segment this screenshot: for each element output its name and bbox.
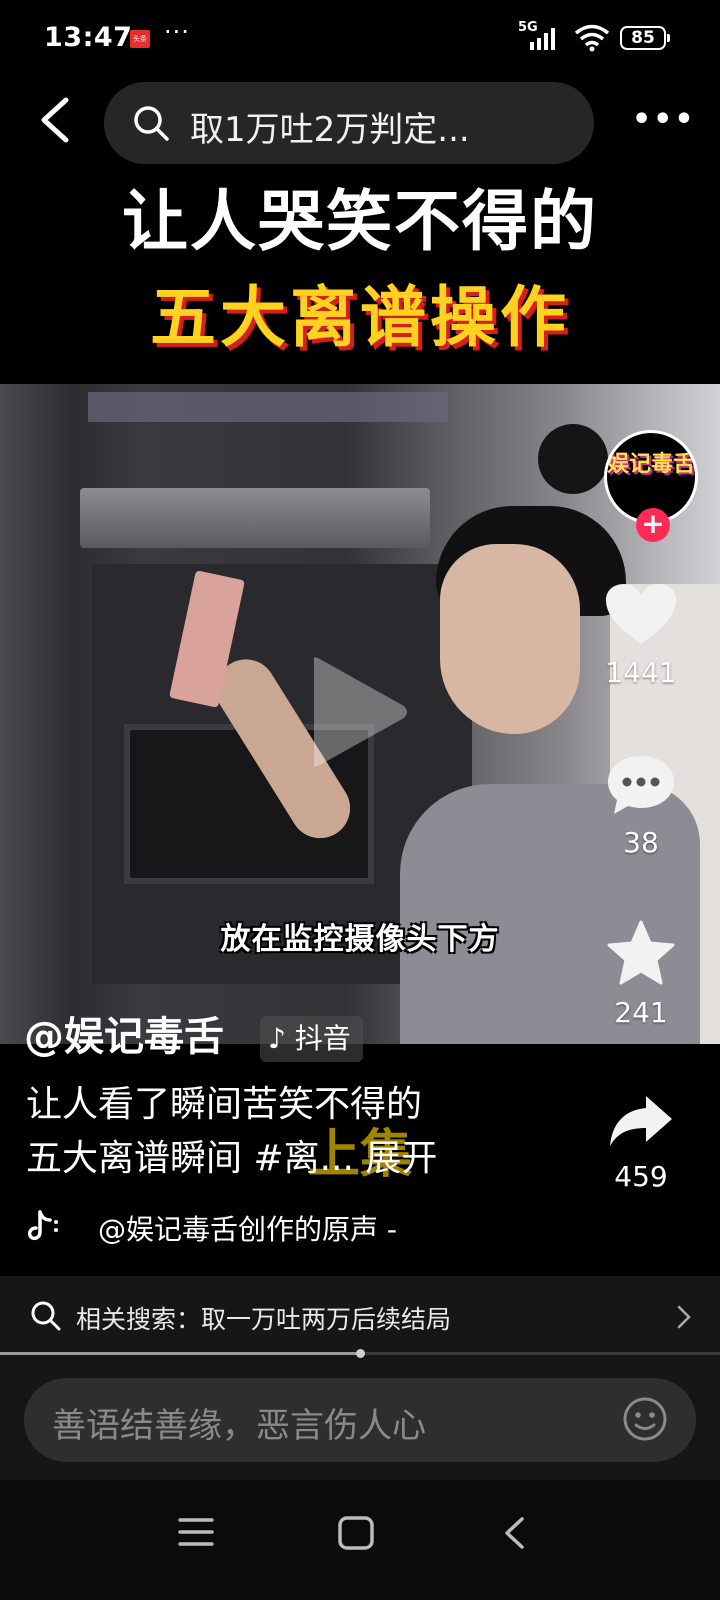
play-icon[interactable] (304, 652, 414, 772)
comment-input[interactable]: 善语结善缘，恶言伤人心 (24, 1378, 696, 1462)
share-icon (610, 1096, 672, 1146)
signal-icon (530, 28, 555, 50)
nav-back-icon[interactable] (502, 1516, 526, 1550)
favorite-count: 241 (614, 996, 668, 1029)
like-action[interactable]: 1441 (596, 584, 686, 689)
comment-action[interactable]: 38 (596, 754, 686, 859)
wifi-icon (574, 24, 610, 52)
music-name: @娱记毒舌创作的原声 - (98, 1213, 398, 1246)
share-count: 459 (614, 1160, 668, 1193)
favorite-action[interactable]: 241 (596, 920, 686, 1029)
video-progress-bar[interactable] (0, 1349, 720, 1358)
platform-tag: ♪ 抖音 (260, 1016, 363, 1062)
douyin-logo-icon: ♪ (268, 1022, 286, 1055)
ceiling-light (88, 392, 448, 422)
menu-icon[interactable] (178, 1516, 214, 1548)
platform-label: 抖音 (294, 1022, 351, 1055)
description-text: 五大离谱瞬间 (26, 1138, 254, 1179)
expand-link[interactable]: 展开 (354, 1138, 437, 1179)
more-icon[interactable]: ••• (632, 102, 696, 137)
emoji-icon[interactable] (622, 1396, 668, 1442)
battery-indicator: 85 (620, 26, 670, 50)
avatar-text: 娱记毒舌 (607, 452, 696, 477)
back-arrow-icon[interactable] (32, 94, 80, 146)
related-search-bar[interactable]: 相关搜索：取一万吐两万后续结局 (0, 1276, 720, 1360)
comment-bar: 善语结善缘，恶言伤人心 (0, 1360, 720, 1480)
status-time: 13:47 (44, 22, 133, 53)
like-count: 1441 (605, 656, 677, 689)
status-bar: 13:47 头条 ··· 5G 85 (0, 0, 720, 76)
search-query: 取1万吐2万判定... (190, 110, 470, 150)
person-face (440, 544, 580, 734)
author-name[interactable]: @娱记毒舌 (24, 1004, 224, 1062)
search-icon (31, 1301, 61, 1331)
person-hair-bun (538, 424, 608, 494)
comment-icon (608, 756, 674, 814)
progress-fill (0, 1352, 360, 1355)
progress-knob[interactable] (356, 1349, 365, 1358)
comment-placeholder: 善语结善缘，恶言伤人心 (52, 1406, 426, 1446)
toutiao-app-icon: 头条 (130, 30, 150, 48)
atm-camera-panel (80, 488, 430, 548)
search-bar[interactable]: 取1万吐2万判定... (104, 82, 594, 164)
follow-button[interactable]: + (636, 508, 670, 542)
description-line2: 五大离谱瞬间 #离... 展开 (26, 1132, 566, 1186)
hashtag-link[interactable]: #离... (253, 1138, 354, 1179)
star-icon (607, 920, 675, 985)
heart-icon (606, 584, 676, 644)
chevron-right-icon (677, 1305, 691, 1329)
video-title-line1: 让人哭笑不得的 (122, 183, 598, 260)
share-action[interactable]: 459 (596, 1092, 686, 1193)
related-search-text: 相关搜索：取一万吐两万后续结局 (76, 1305, 452, 1334)
description-line1: 让人看了瞬间苦笑不得的 (26, 1084, 423, 1125)
video-title-line2: 五大离谱操作 (150, 279, 570, 356)
top-bar: 取1万吐2万判定... ••• (0, 80, 720, 168)
search-icon (134, 106, 169, 141)
video-description: 让人看了瞬间苦笑不得的 五大离谱瞬间 #离... 展开 (26, 1078, 566, 1186)
notification-more-icon: ··· (164, 18, 190, 46)
home-icon[interactable] (338, 1516, 374, 1550)
system-nav-bar (0, 1480, 720, 1600)
comment-count: 38 (623, 826, 659, 859)
douyin-music-icon (27, 1210, 58, 1241)
